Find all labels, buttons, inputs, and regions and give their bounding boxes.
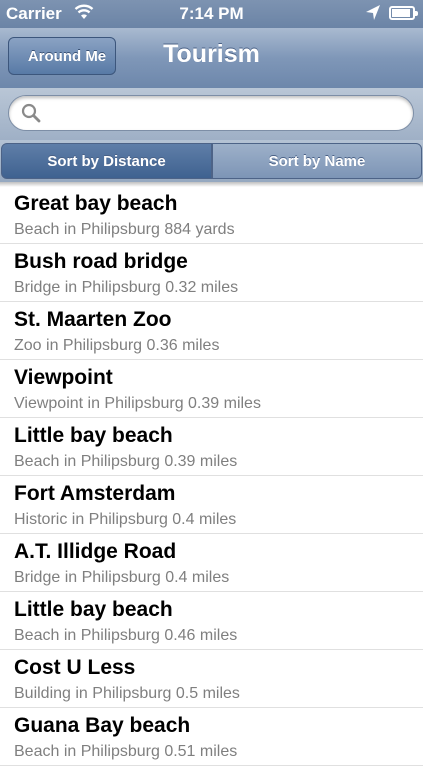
place-name: Fort Amsterdam: [14, 482, 176, 505]
search-bar: [0, 88, 423, 140]
location-arrow-icon: [365, 4, 381, 27]
sort-by-distance-label: Sort by Distance: [47, 152, 166, 170]
list-item[interactable]: Great bay beach Beach in Philipsburg 884…: [0, 186, 423, 244]
list-item[interactable]: Fort Amsterdam Historic in Philipsburg 0…: [0, 476, 423, 534]
place-detail: Beach in Philipsburg 884 yards: [14, 221, 235, 238]
status-bar: Carrier 7:14 PM: [0, 0, 423, 28]
place-detail: Zoo in Philipsburg 0.36 miles: [14, 337, 220, 354]
page-title: Tourism: [163, 40, 260, 68]
place-name: Viewpoint: [14, 366, 113, 389]
place-detail: Beach in Philipsburg 0.51 miles: [14, 743, 238, 760]
list-item[interactable]: Little bay beach Beach in Philipsburg 0.…: [0, 592, 423, 650]
place-name: Bush road bridge: [14, 250, 188, 273]
place-detail: Bridge in Philipsburg 0.4 miles: [14, 569, 230, 586]
place-detail: Building in Philipsburg 0.5 miles: [14, 685, 240, 702]
place-name: Great bay beach: [14, 192, 178, 215]
navigation-bar: Around Me Tourism: [0, 28, 423, 89]
list-item[interactable]: Guana Bay beach Beach in Philipsburg 0.5…: [0, 708, 423, 766]
place-detail: Viewpoint in Philipsburg 0.39 miles: [14, 395, 261, 412]
list-item[interactable]: Viewpoint Viewpoint in Philipsburg 0.39 …: [0, 360, 423, 418]
place-name: Guana Bay beach: [14, 714, 191, 737]
place-detail: Historic in Philipsburg 0.4 miles: [14, 511, 237, 528]
list-item[interactable]: Cost U Less Building in Philipsburg 0.5 …: [0, 650, 423, 708]
list-item[interactable]: A.T. Illidge Road Bridge in Philipsburg …: [0, 534, 423, 592]
place-name: A.T. Illidge Road: [14, 540, 177, 563]
place-detail: Bridge in Philipsburg 0.32 miles: [14, 279, 239, 296]
search-input[interactable]: [47, 100, 401, 128]
list-item[interactable]: Little bay beach Beach in Philipsburg 0.…: [0, 418, 423, 476]
place-name: Little bay beach: [14, 598, 173, 621]
clock: 7:14 PM: [179, 4, 244, 23]
place-name: Cost U Less: [14, 656, 136, 679]
places-list: Great bay beach Beach in Philipsburg 884…: [0, 186, 423, 766]
place-name: St. Maarten Zoo: [14, 308, 172, 331]
list-item[interactable]: Bush road bridge Bridge in Philipsburg 0…: [0, 244, 423, 302]
sort-by-name-label: Sort by Name: [268, 152, 366, 170]
battery-icon: [389, 6, 418, 20]
place-name: Little bay beach: [14, 424, 173, 447]
sort-by-name-button[interactable]: Sort by Name: [212, 143, 422, 179]
place-detail: Beach in Philipsburg 0.46 miles: [14, 627, 238, 644]
list-item[interactable]: St. Maarten Zoo Zoo in Philipsburg 0.36 …: [0, 302, 423, 360]
sort-by-distance-button[interactable]: Sort by Distance: [1, 143, 212, 179]
place-detail: Beach in Philipsburg 0.39 miles: [14, 453, 238, 470]
search-field[interactable]: [8, 95, 414, 131]
search-icon: [21, 103, 41, 128]
sort-segmented-control: Sort by Distance Sort by Name: [0, 140, 423, 182]
